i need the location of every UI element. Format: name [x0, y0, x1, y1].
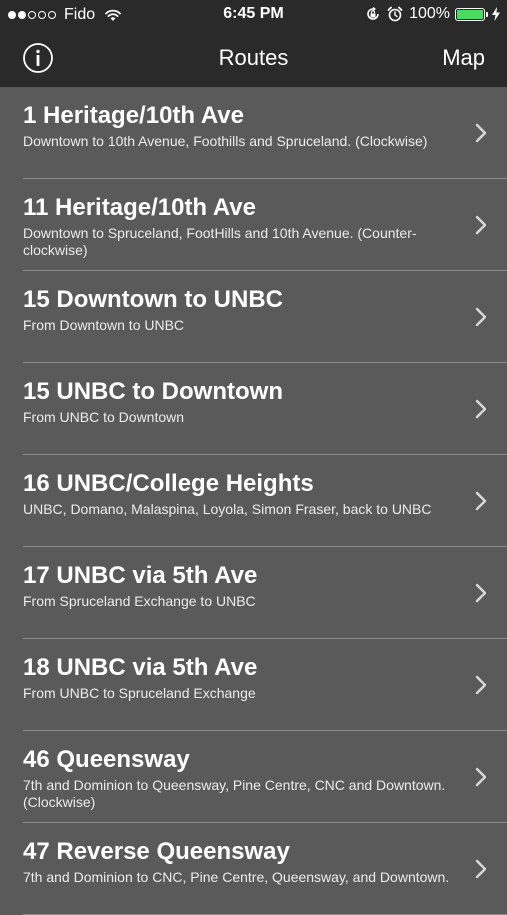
chevron-right-icon [475, 491, 487, 511]
route-row[interactable]: 11 Heritage/10th Ave Downtown to Sprucela… [0, 179, 507, 271]
route-title: 11 Heritage/10th Ave [23, 194, 257, 221]
chevron-right-icon [475, 859, 487, 879]
route-description: UNBC, Domano, Malaspina, Loyola, Simon F… [23, 501, 432, 517]
route-row[interactable]: 1 Heritage/10th Ave Downtown to 10th Aven… [0, 87, 507, 179]
route-title: 15 UNBC to Downtown [23, 378, 283, 405]
route-description: Downtown to Spruceland, FootHills and 10… [23, 225, 417, 258]
route-description: 7th and Dominion to CNC, Pine Centre, Qu… [23, 869, 450, 885]
status-bar: Fido 6:45 PM 100% [0, 0, 507, 30]
chevron-right-icon [475, 307, 487, 327]
battery-percent: 100% [409, 5, 450, 22]
route-description: Downtown to 10th Avenue, Foothills and S… [23, 133, 428, 149]
chevron-right-icon [475, 123, 487, 143]
route-row[interactable]: 47 Reverse Queensway 7th and Dominion to … [0, 823, 507, 915]
route-description: From UNBC to Downtown [23, 409, 185, 425]
route-description: From UNBC to Spruceland Exchange [23, 685, 256, 701]
charging-bolt-icon [492, 7, 500, 21]
chevron-right-icon [475, 583, 487, 603]
alarm-clock-icon [387, 6, 403, 22]
route-title: 15 Downtown to UNBC [23, 286, 283, 313]
route-row[interactable]: 16 UNBC/College Heights UNBC, Domano, Mal… [0, 455, 507, 547]
page-title: Routes [218, 45, 289, 70]
route-title: 18 UNBC via 5th Ave [23, 654, 258, 681]
routes-list: 1 Heritage/10th Ave Downtown to 10th Aven… [0, 87, 507, 915]
map-button[interactable]: Map [442, 45, 485, 71]
battery-cap [486, 11, 488, 17]
status-right: 100% [365, 5, 501, 23]
chevron-right-icon [475, 215, 487, 235]
route-title: 47 Reverse Queensway [23, 838, 290, 865]
chevron-right-icon [475, 399, 487, 419]
route-row[interactable]: 15 Downtown to UNBC From Downtown to UNBC [0, 271, 507, 363]
route-row[interactable]: 17 UNBC via 5th Ave From Spruceland Excha… [0, 547, 507, 639]
navigation-bar: Routes Map [0, 30, 507, 87]
route-row[interactable]: 46 Queensway 7th and Dominion to Queenswa… [0, 731, 507, 823]
battery-icon [455, 7, 485, 21]
info-icon[interactable] [22, 42, 54, 74]
route-description: 7th and Dominion to Queensway, Pine Cent… [23, 777, 446, 810]
chevron-right-icon [475, 767, 487, 787]
route-description: From Spruceland Exchange to UNBC [23, 593, 256, 609]
route-title: 46 Queensway [23, 746, 190, 773]
route-title: 1 Heritage/10th Ave [23, 102, 244, 129]
route-row[interactable]: 18 UNBC via 5th Ave From UNBC to Sprucela… [0, 639, 507, 731]
route-title: 17 UNBC via 5th Ave [23, 562, 258, 589]
route-row[interactable]: 15 UNBC to Downtown From UNBC to Downtown [0, 363, 507, 455]
route-description: From Downtown to UNBC [23, 317, 185, 333]
route-title: 16 UNBC/College Heights [23, 470, 314, 497]
rotation-lock-icon [367, 6, 379, 20]
chevron-right-icon [475, 675, 487, 695]
battery-level [457, 9, 483, 19]
